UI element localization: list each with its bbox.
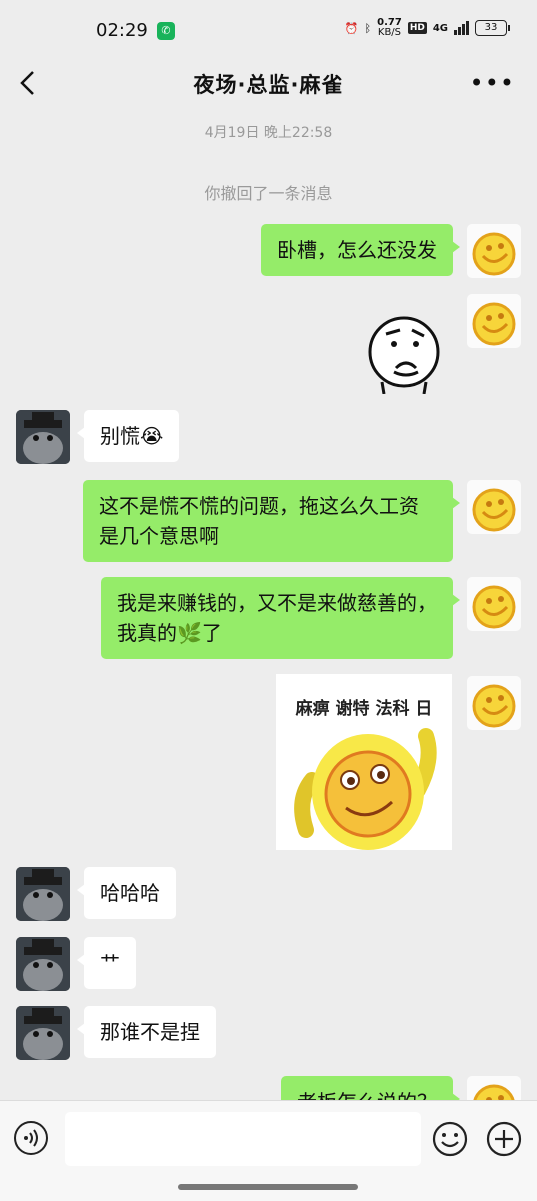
contact-avatar[interactable] <box>16 867 70 921</box>
hd-badge: HD <box>407 22 427 34</box>
home-indicator[interactable] <box>178 1184 358 1190</box>
alarm-icon: ⏰ <box>344 21 359 35</box>
signal-icon <box>454 21 469 35</box>
phone-call-icon[interactable]: ✆ <box>157 22 175 40</box>
network-type: 4G <box>432 22 448 34</box>
my-avatar[interactable] <box>467 480 521 534</box>
my-avatar[interactable] <box>467 577 521 631</box>
contact-avatar[interactable] <box>16 937 70 991</box>
voice-input-icon[interactable] <box>14 1121 48 1155</box>
message-bubble-received[interactable]: 别慌😭 <box>76 410 180 462</box>
leaf-emoji-icon: 🌿 <box>177 621 202 645</box>
worried-face-sticker[interactable] <box>362 312 444 395</box>
status-indicators: ⏰ ᛒ 0.77 KB/S HD 4G 33 <box>344 17 510 38</box>
chat-header: 夜场·总监·麻雀 ••• <box>0 62 537 112</box>
bluetooth-icon: ᛒ <box>364 21 372 35</box>
message-input[interactable] <box>65 1112 421 1166</box>
message-bubble-received[interactable]: 那谁不是捏 <box>77 1006 216 1058</box>
chat-title: 夜场·总监·麻雀 <box>193 73 344 97</box>
message-bubble-sent[interactable]: 卧槽，怎么还没发 <box>261 224 460 276</box>
my-avatar[interactable] <box>467 676 521 730</box>
my-avatar[interactable] <box>467 294 521 348</box>
smiley-meme-sticker[interactable]: 麻痹 谢特 法科 日 <box>276 674 452 850</box>
status-time: 02:29 <box>96 20 148 41</box>
crying-laughing-emoji-icon: 😭 <box>140 424 164 448</box>
message-bubble-sent[interactable]: 这不是慌不慌的问题，拖这么久工资是几个意思啊 <box>83 480 460 562</box>
message-bubble-received[interactable]: 哈哈哈 <box>77 867 176 919</box>
message-bubble-sent[interactable]: 我是来赚钱的，又不是来做慈善的，我真的🌿了 <box>101 577 460 659</box>
network-speed: 0.77 KB/S <box>377 17 402 38</box>
battery-icon: 33 <box>475 20 510 36</box>
status-bar: 02:29 ✆ ⏰ ᛒ 0.77 KB/S HD 4G 33 <box>0 0 537 62</box>
emoji-icon[interactable] <box>432 1121 468 1157</box>
message-bubble-received[interactable]: 艹 <box>77 937 136 989</box>
more-options-icon[interactable]: ••• <box>470 68 515 98</box>
plus-icon[interactable] <box>486 1121 522 1157</box>
contact-avatar[interactable] <box>16 1006 70 1060</box>
my-avatar[interactable] <box>467 224 521 278</box>
recall-notice: 你撤回了一条消息 <box>204 184 333 203</box>
message-timestamp: 4月19日 晚上22:58 <box>204 125 333 141</box>
contact-avatar[interactable] <box>16 410 70 464</box>
